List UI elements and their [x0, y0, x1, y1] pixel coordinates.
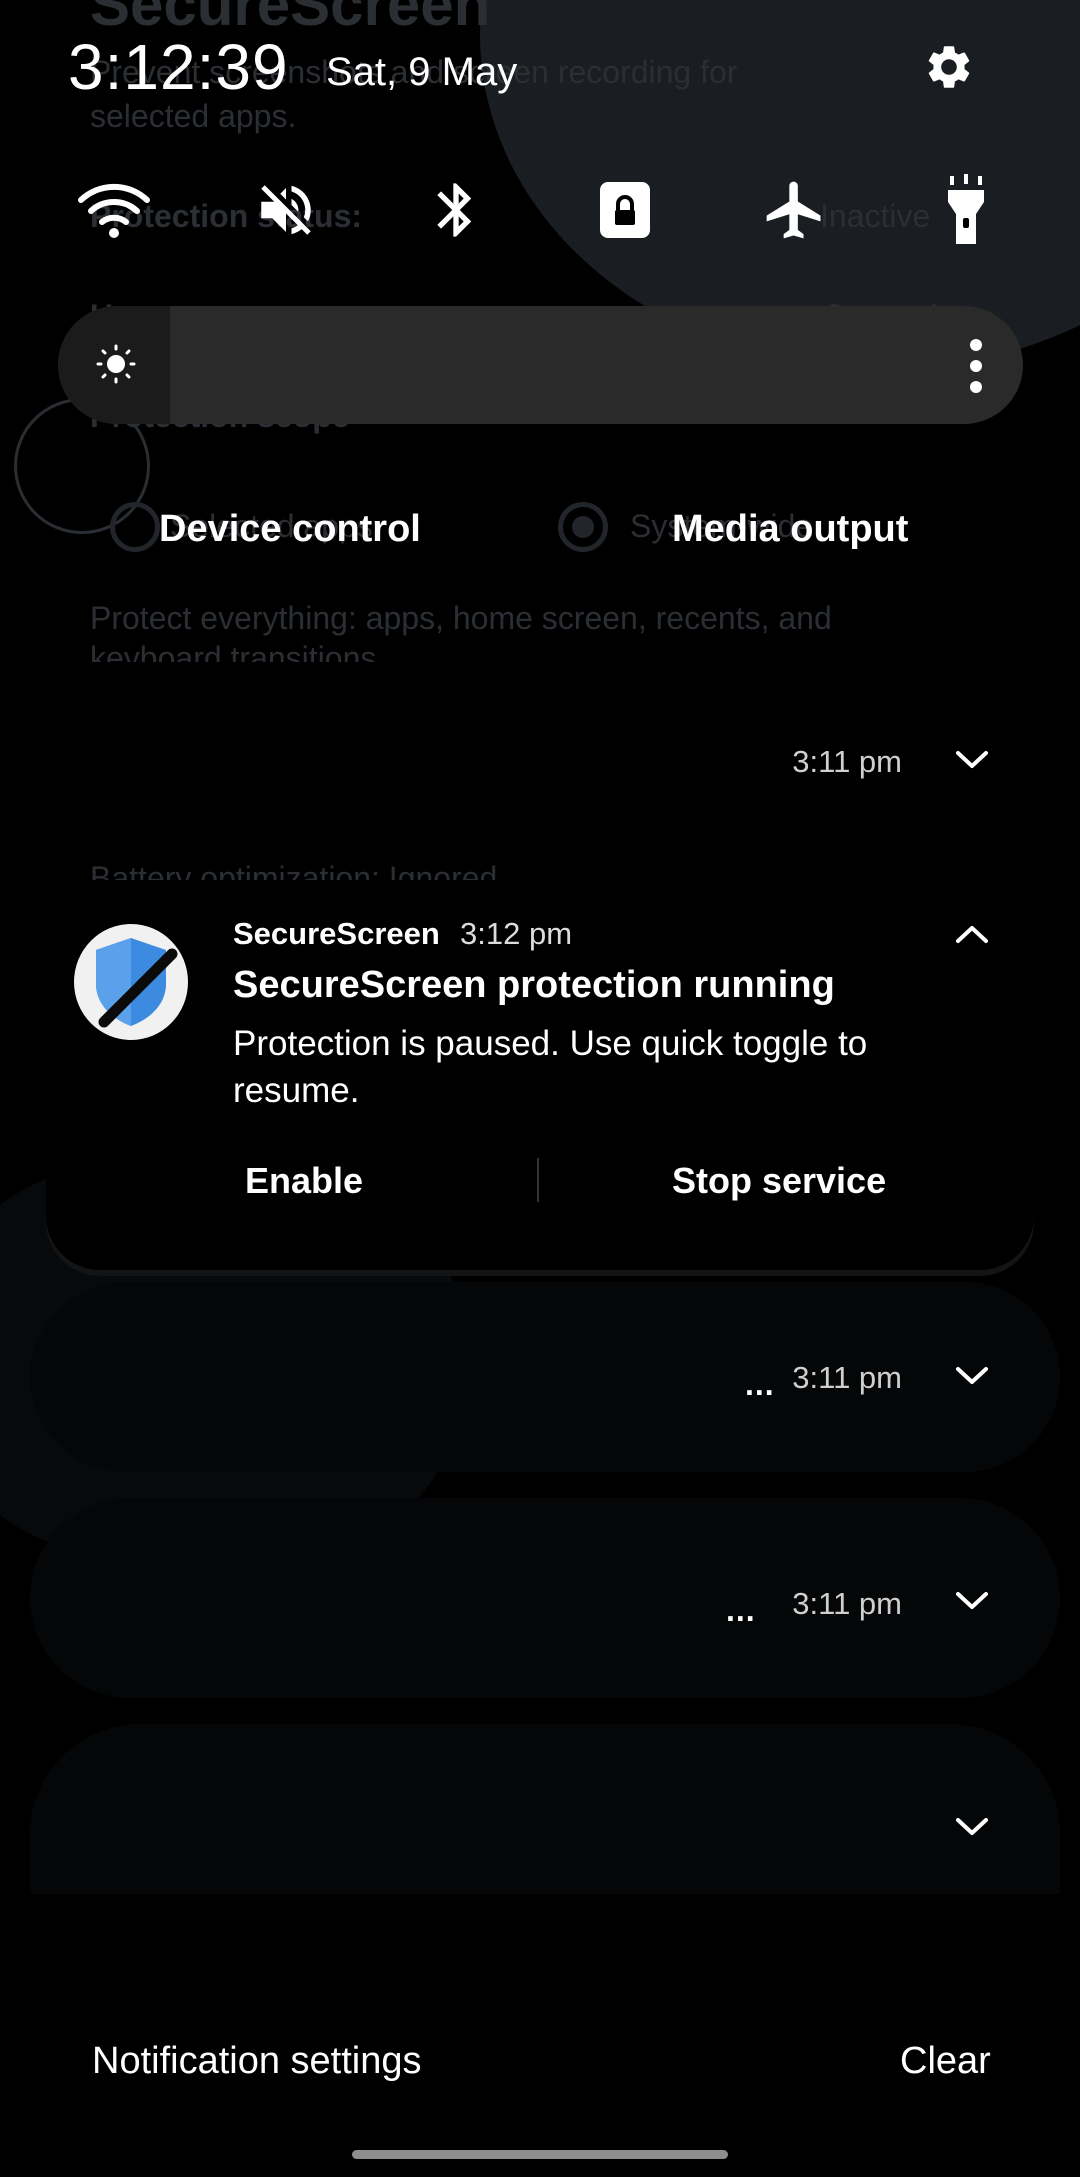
- chevron-down-icon[interactable]: [952, 739, 992, 779]
- notification-collapsed[interactable]: [30, 1724, 1060, 1894]
- background-description: keyboard transitions: [90, 640, 377, 662]
- background-description: Protect everything: apps, home screen, r…: [90, 600, 832, 636]
- date: Sat, 9 May: [326, 50, 518, 94]
- mute-icon: [261, 185, 311, 235]
- action-divider: [537, 1158, 539, 1202]
- chevron-up-icon[interactable]: [952, 915, 992, 955]
- bluetooth-icon: [437, 183, 472, 237]
- shield-icon: [96, 938, 178, 1028]
- notification-time: 3:11 pm: [792, 1586, 902, 1621]
- quick-settings-row: [60, 170, 1020, 250]
- flashlight-icon: [948, 174, 984, 244]
- notification-collapsed[interactable]: [30, 1498, 1060, 1698]
- airplane-icon: [766, 181, 821, 239]
- screen-lock-toggle[interactable]: [585, 170, 665, 250]
- device-control-button[interactable]: Device control: [159, 508, 421, 551]
- notification-app-name: SecureScreen: [233, 916, 440, 951]
- airplane-toggle[interactable]: [755, 170, 835, 250]
- notification-ellipsis: ...: [726, 1592, 756, 1628]
- gear-icon: [928, 46, 970, 88]
- notification-settings-button[interactable]: Notification settings: [92, 2040, 422, 2083]
- notification-time: 3:11 pm: [792, 1360, 902, 1395]
- media-output-button[interactable]: Media output: [672, 508, 908, 551]
- stop-service-button[interactable]: Stop service: [672, 1160, 886, 1202]
- brightness-slider[interactable]: [58, 306, 1023, 424]
- chevron-down-icon[interactable]: [952, 1580, 992, 1620]
- clock: 3:12:39: [68, 31, 289, 103]
- notification-ellipsis: ...: [745, 1366, 775, 1402]
- notification-collapsed[interactable]: [30, 1282, 1060, 1472]
- lock-icon: [600, 182, 650, 238]
- settings-button[interactable]: [920, 38, 978, 96]
- home-gesture-bar[interactable]: [352, 2150, 728, 2159]
- sound-toggle[interactable]: [246, 170, 326, 250]
- bluetooth-toggle[interactable]: [416, 170, 496, 250]
- chevron-down-icon[interactable]: [952, 1806, 992, 1846]
- notification-time: 3:11 pm: [792, 744, 902, 779]
- notification-time: 3:12 pm: [460, 916, 573, 951]
- background-radio-selected: [558, 502, 608, 552]
- flashlight-toggle[interactable]: [926, 170, 1006, 250]
- clear-button[interactable]: Clear: [900, 2040, 991, 2083]
- background-radio: [110, 502, 160, 552]
- chevron-down-icon[interactable]: [952, 1355, 992, 1395]
- app-icon: [74, 924, 188, 1040]
- enable-button[interactable]: Enable: [245, 1160, 363, 1202]
- notification-body: Protection is paused. Use quick toggle t…: [233, 1024, 868, 1110]
- wifi-toggle[interactable]: [74, 170, 154, 250]
- wifi-icon: [78, 183, 150, 238]
- sun-icon: [96, 344, 136, 384]
- more-vertical-icon[interactable]: [969, 338, 983, 394]
- notification-title: SecureScreen protection running: [233, 964, 835, 1006]
